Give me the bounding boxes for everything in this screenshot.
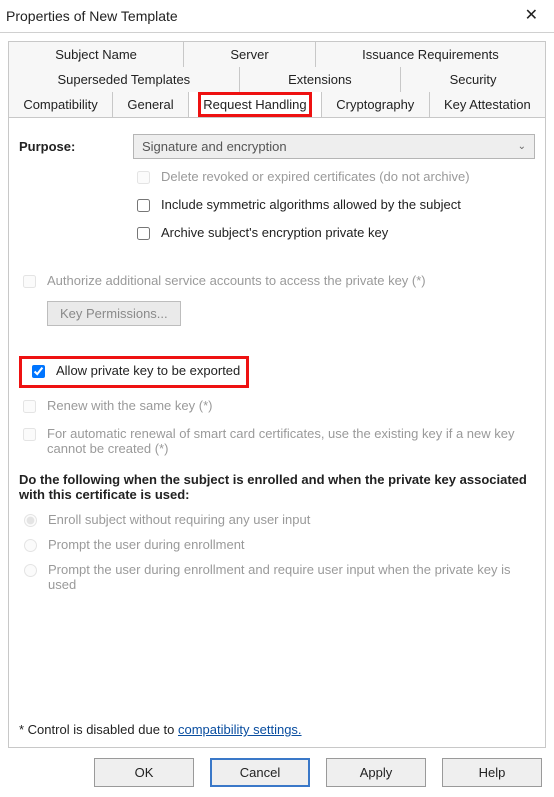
chk-auto-renew-smartcard: For automatic renewal of smart card cert… [19, 426, 535, 456]
tab-compatibility[interactable]: Compatibility [8, 92, 113, 117]
chk-authorize-accounts: Authorize additional service accounts to… [19, 273, 535, 291]
rad-enroll-noinput-label: Enroll subject without requiring any use… [48, 512, 310, 527]
rad-prompt-key-use-input [24, 564, 37, 577]
dialog-title: Properties of New Template [6, 8, 178, 24]
purpose-value: Signature and encryption [142, 139, 287, 154]
tab-subject-name[interactable]: Subject Name [8, 41, 184, 67]
help-button[interactable]: Help [442, 758, 542, 787]
chk-delete-revoked-input [137, 171, 150, 184]
rad-prompt-key-use-label: Prompt the user during enrollment and re… [48, 562, 535, 592]
footnote-prefix: * Control is disabled due to [19, 722, 178, 737]
rad-enroll-noinput-input [24, 514, 37, 527]
tab-request-handling[interactable]: Request Handling [189, 92, 322, 117]
purpose-label: Purpose: [19, 139, 109, 154]
purpose-combobox[interactable]: Signature and encryption ⌄ [133, 134, 535, 159]
request-handling-panel: Purpose: Signature and encryption ⌄ Dele… [8, 117, 546, 748]
compatibility-footnote: * Control is disabled due to compatibili… [19, 722, 535, 737]
chk-allow-export[interactable]: Allow private key to be exported [28, 363, 240, 381]
chk-authorize-accounts-label: Authorize additional service accounts to… [47, 273, 426, 288]
chk-renew-same-key: Renew with the same key (*) [19, 398, 535, 416]
enroll-heading: Do the following when the subject is enr… [19, 472, 535, 502]
tab-strip: Subject Name Server Issuance Requirement… [0, 33, 554, 117]
tab-superseded-templates[interactable]: Superseded Templates [8, 67, 240, 92]
dialog-button-bar: OK Cancel Apply Help [0, 748, 554, 797]
apply-button[interactable]: Apply [326, 758, 426, 787]
close-icon[interactable]: ✕ [519, 6, 544, 26]
tab-extensions[interactable]: Extensions [240, 67, 401, 92]
rad-prompt-enroll: Prompt the user during enrollment [19, 537, 535, 552]
chk-allow-export-input[interactable] [32, 365, 45, 378]
chk-delete-revoked: Delete revoked or expired certificates (… [133, 169, 535, 187]
chevron-down-icon: ⌄ [518, 141, 526, 152]
titlebar: Properties of New Template ✕ [0, 0, 554, 33]
tab-key-attestation[interactable]: Key Attestation [430, 92, 546, 117]
chk-auto-renew-smartcard-label: For automatic renewal of smart card cert… [47, 426, 535, 456]
chk-renew-same-key-label: Renew with the same key (*) [47, 398, 212, 413]
tab-security[interactable]: Security [401, 67, 546, 92]
compatibility-settings-link[interactable]: compatibility settings. [178, 722, 302, 737]
properties-dialog: Properties of New Template ✕ Subject Nam… [0, 0, 554, 797]
rad-prompt-enroll-label: Prompt the user during enrollment [48, 537, 245, 552]
chk-authorize-accounts-input [23, 275, 36, 288]
tab-general[interactable]: General [113, 92, 189, 117]
chk-include-symmetric[interactable]: Include symmetric algorithms allowed by … [133, 197, 535, 215]
tab-issuance-requirements[interactable]: Issuance Requirements [316, 41, 546, 67]
chk-renew-same-key-input [23, 400, 36, 413]
chk-archive-key[interactable]: Archive subject's encryption private key [133, 225, 535, 243]
chk-include-symmetric-input[interactable] [137, 199, 150, 212]
rad-enroll-noinput: Enroll subject without requiring any use… [19, 512, 535, 527]
tab-server[interactable]: Server [184, 41, 316, 67]
chk-archive-key-input[interactable] [137, 227, 150, 240]
rad-prompt-key-use: Prompt the user during enrollment and re… [19, 562, 535, 592]
chk-auto-renew-smartcard-input [23, 428, 36, 441]
rad-prompt-enroll-input [24, 539, 37, 552]
chk-allow-export-label: Allow private key to be exported [56, 363, 240, 378]
chk-delete-revoked-label: Delete revoked or expired certificates (… [161, 169, 470, 184]
chk-include-symmetric-label: Include symmetric algorithms allowed by … [161, 197, 461, 212]
key-permissions-button: Key Permissions... [47, 301, 181, 326]
cancel-button[interactable]: Cancel [210, 758, 310, 787]
ok-button[interactable]: OK [94, 758, 194, 787]
chk-archive-key-label: Archive subject's encryption private key [161, 225, 388, 240]
tab-cryptography[interactable]: Cryptography [322, 92, 430, 117]
